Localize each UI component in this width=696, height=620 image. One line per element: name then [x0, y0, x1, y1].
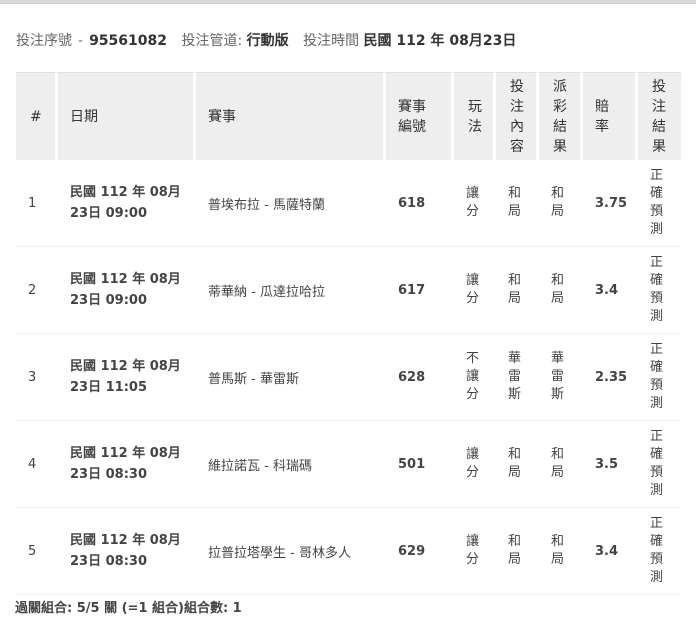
row-odds: 3.4	[583, 247, 638, 334]
row-payout: 華 雷 斯	[539, 334, 583, 421]
channel-label: 投注管道:	[181, 33, 243, 49]
row-bet: 華 雷 斯	[496, 334, 539, 421]
row-event: 普埃布拉 - 馬薩特蘭	[196, 160, 386, 247]
table-row: 1 民國 112 年 08月 23日 09:00 普埃布拉 - 馬薩特蘭 618…	[16, 160, 681, 247]
row-play: 讓 分	[454, 247, 496, 334]
table-row: 3 民國 112 年 08月 23日 11:05 普馬斯 - 華雷斯 628 不…	[16, 334, 681, 421]
serial-value: 95561082	[89, 33, 167, 49]
col-index-header: #	[16, 72, 58, 160]
row-event-no: 629	[386, 508, 454, 595]
row-payout: 和 局	[539, 160, 583, 247]
col-event-header: 賽事	[196, 72, 386, 160]
parlay-summary: 過關組合: 5/5 關 (=1 組合)組合數: 1	[15, 601, 242, 616]
row-event-no: 501	[386, 421, 454, 508]
row-result: 正 確 預 測	[638, 508, 681, 595]
row-result: 正 確 預 測	[638, 160, 681, 247]
row-date: 民國 112 年 08月 23日 09:00	[58, 160, 196, 247]
row-index: 3	[16, 334, 58, 421]
row-bet: 和 局	[496, 421, 539, 508]
bet-header: 投注序號 -95561082 投注管道: 行動版 投注時間 民國 112 年 08…	[16, 30, 516, 50]
row-event: 普馬斯 - 華雷斯	[196, 334, 386, 421]
col-bet-header: 投 注 內 容	[496, 72, 539, 160]
row-bet: 和 局	[496, 160, 539, 247]
row-date: 民國 112 年 08月 23日 09:00	[58, 247, 196, 334]
row-bet: 和 局	[496, 508, 539, 595]
time-label: 投注時間	[303, 33, 360, 49]
row-index: 1	[16, 160, 58, 247]
row-date: 民國 112 年 08月 23日 11:05	[58, 334, 196, 421]
table-row: 2 民國 112 年 08月 23日 09:00 蒂華納 - 瓜達拉哈拉 617…	[16, 247, 681, 334]
col-odds-header: 賠 率	[583, 72, 638, 160]
row-payout: 和 局	[539, 421, 583, 508]
row-index: 2	[16, 247, 58, 334]
row-payout: 和 局	[539, 508, 583, 595]
row-odds: 2.35	[583, 334, 638, 421]
row-index: 4	[16, 421, 58, 508]
table-row: 4 民國 112 年 08月 23日 08:30 維拉諾瓦 - 科瑞碼 501 …	[16, 421, 681, 508]
row-payout: 和 局	[539, 247, 583, 334]
row-index: 5	[16, 508, 58, 595]
row-play: 讓 分	[454, 160, 496, 247]
table-header-row: # 日期 賽事 賽事 編號 玩 法 投 注 內 容 派 彩 結 果 賠 率 投 …	[16, 72, 681, 160]
channel-value: 行動版	[246, 33, 289, 49]
time-value: 民國 112 年 08月23日	[363, 33, 517, 49]
row-result: 正 確 預 測	[638, 247, 681, 334]
row-odds: 3.4	[583, 508, 638, 595]
row-play: 不 讓 分	[454, 334, 496, 421]
top-divider	[0, 3, 696, 4]
col-payout-header: 派 彩 結 果	[539, 72, 583, 160]
row-event: 維拉諾瓦 - 科瑞碼	[196, 421, 386, 508]
row-play: 讓 分	[454, 421, 496, 508]
bet-table: # 日期 賽事 賽事 編號 玩 法 投 注 內 容 派 彩 結 果 賠 率 投 …	[16, 72, 681, 595]
separator: -	[78, 33, 84, 49]
row-bet: 和 局	[496, 247, 539, 334]
table-row: 5 民國 112 年 08月 23日 08:30 拉普拉塔學生 - 哥林多人 6…	[16, 508, 681, 595]
col-date-header: 日期	[58, 72, 196, 160]
row-play: 讓 分	[454, 508, 496, 595]
row-odds: 3.5	[583, 421, 638, 508]
row-odds: 3.75	[583, 160, 638, 247]
bet-detail-card: 投注序號 -95561082 投注管道: 行動版 投注時間 民國 112 年 08…	[0, 0, 696, 620]
col-event-no-header: 賽事 編號	[386, 72, 454, 160]
serial-label: 投注序號	[16, 33, 72, 49]
row-event-no: 618	[386, 160, 454, 247]
col-play-header: 玩 法	[454, 72, 496, 160]
row-event: 蒂華納 - 瓜達拉哈拉	[196, 247, 386, 334]
col-result-header: 投 注 結 果	[638, 72, 681, 160]
row-event-no: 628	[386, 334, 454, 421]
row-result: 正 確 預 測	[638, 421, 681, 508]
row-date: 民國 112 年 08月 23日 08:30	[58, 508, 196, 595]
row-event: 拉普拉塔學生 - 哥林多人	[196, 508, 386, 595]
row-date: 民國 112 年 08月 23日 08:30	[58, 421, 196, 508]
row-result: 正 確 預 測	[638, 334, 681, 421]
row-event-no: 617	[386, 247, 454, 334]
